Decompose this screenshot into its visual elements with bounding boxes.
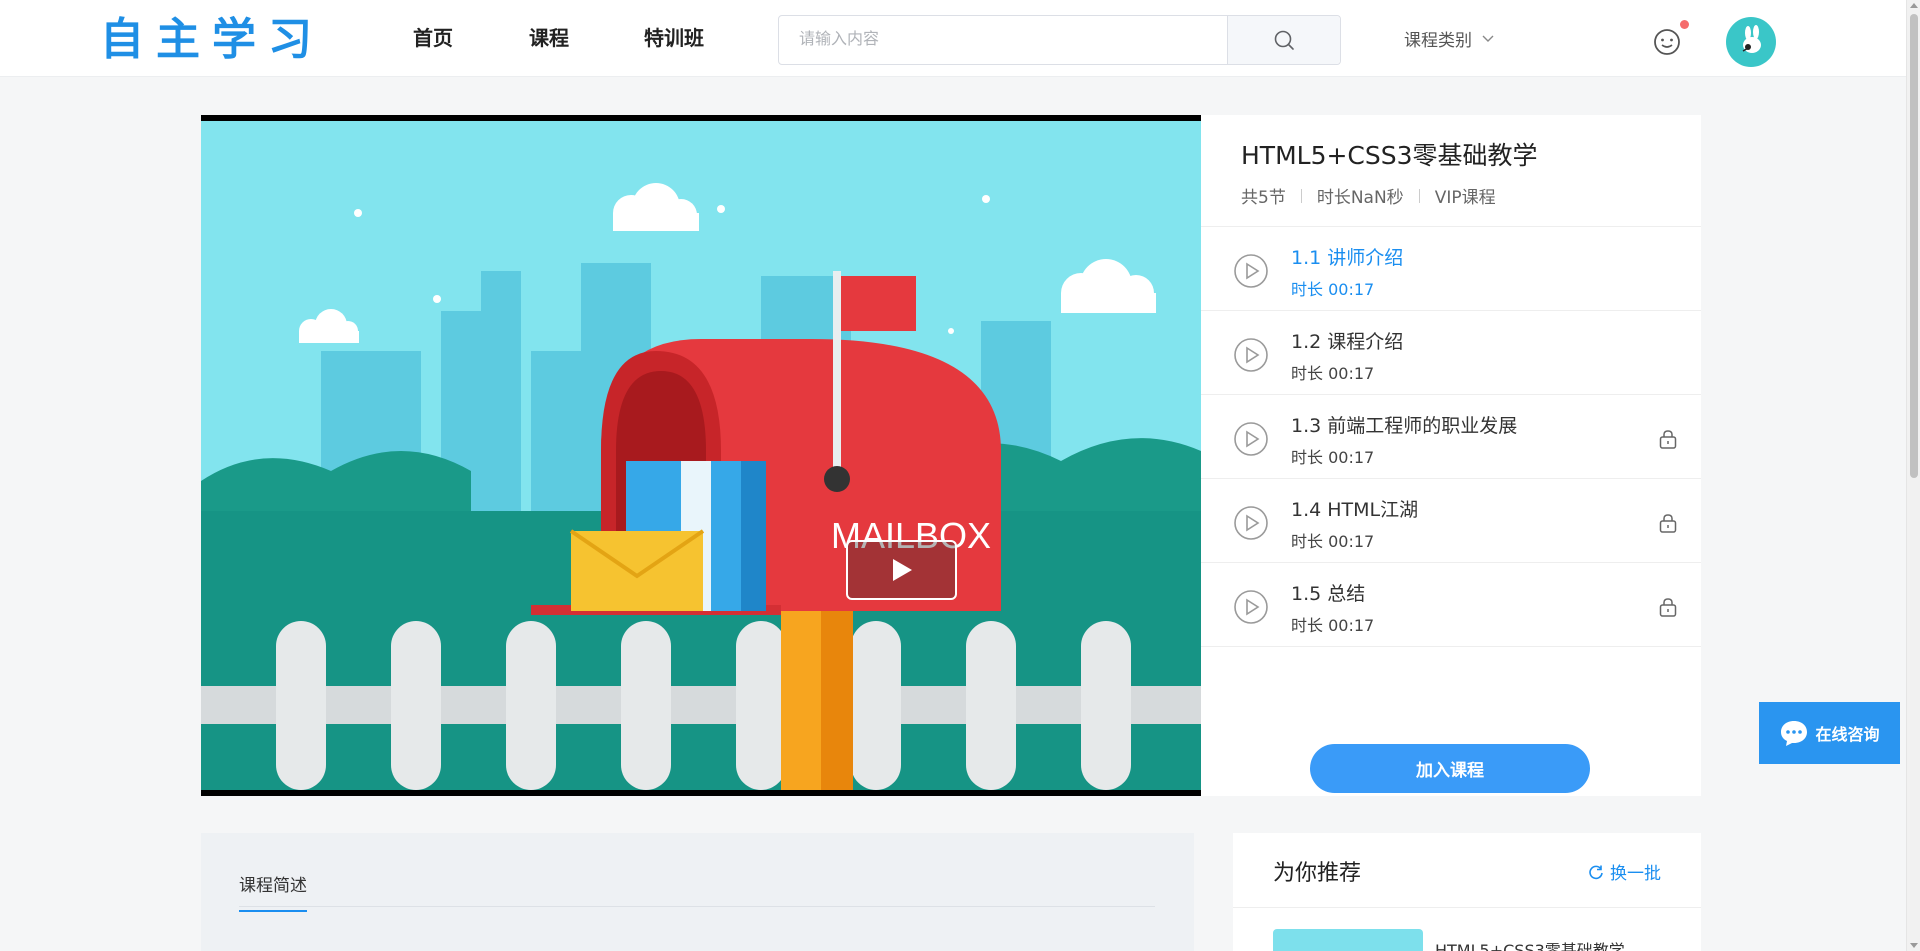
chevron-down-icon [1482, 35, 1494, 42]
recommend-title: 为你推荐 [1273, 861, 1362, 886]
play-icon [892, 559, 912, 581]
lesson-duration: 时长 00:17 [1291, 364, 1375, 383]
consult-label: 在线咨询 [1815, 725, 1880, 744]
play-button[interactable] [846, 540, 957, 600]
lesson-duration: 时长 00:17 [1291, 280, 1375, 299]
play-circle-icon [1234, 254, 1268, 288]
lesson-title: 1.4 HTML江湖 [1291, 499, 1419, 521]
lesson-list: 1.1 讲师介绍 时长 00:17 1.2 课程介绍 时长 00:17 1.3 … [1201, 226, 1701, 647]
refresh-icon [1589, 865, 1603, 879]
notification-dot [1680, 20, 1689, 29]
category-dropdown[interactable]: 课程类别 [1404, 26, 1494, 51]
lesson-duration: 时长 00:17 [1291, 448, 1375, 467]
category-label: 课程类别 [1404, 31, 1472, 51]
play-circle-icon [1234, 590, 1268, 624]
lesson-duration: 时长 00:17 [1291, 532, 1375, 551]
search-box [778, 15, 1341, 65]
lesson-duration: 时长 00:17 [1291, 616, 1375, 635]
lesson-title: 1.2 课程介绍 [1291, 331, 1404, 353]
course-duration: 时长NaN秒 [1316, 188, 1404, 208]
search-button[interactable] [1227, 16, 1340, 64]
refresh-label: 换一批 [1610, 864, 1661, 884]
scroll-up-arrow[interactable] [1910, 3, 1918, 8]
avatar-image [1742, 25, 1761, 53]
lesson-title: 1.5 总结 [1291, 583, 1366, 605]
nav-home[interactable]: 首页 [413, 24, 453, 52]
scroll-down-arrow[interactable] [1910, 943, 1918, 948]
video-poster: MAILBOX [201, 121, 1201, 790]
lesson-item[interactable]: 1.1 讲师介绍 时长 00:17 [1201, 227, 1701, 311]
lesson-item[interactable]: 1.2 课程介绍 时长 00:17 [1201, 311, 1701, 395]
lesson-title: 1.3 前端工程师的职业发展 [1291, 415, 1518, 437]
online-consult-button[interactable]: 在线咨询 [1759, 702, 1900, 764]
divider [1233, 907, 1701, 908]
lesson-item[interactable]: 1.3 前端工程师的职业发展 时长 00:17 [1201, 395, 1701, 479]
divider [239, 906, 1155, 907]
course-title: HTML5+CSS3零基础教学 [1241, 141, 1538, 170]
lesson-title: 1.1 讲师介绍 [1291, 247, 1404, 269]
course-panel: HTML5+CSS3零基础教学 共5节 时长NaN秒 VIP课程 1.1 讲师介… [1201, 115, 1701, 796]
nav-courses[interactable]: 课程 [529, 24, 569, 52]
search-icon [1274, 30, 1294, 50]
lock-icon [1659, 430, 1677, 449]
lesson-count: 共5节 [1241, 188, 1286, 208]
recommend-course-name[interactable]: HTML5+CSS3零基础教学 [1435, 937, 1625, 951]
chat-bubble-icon[interactable] [1652, 26, 1682, 56]
join-course-button[interactable]: 加入课程 [1310, 744, 1590, 793]
site-logo[interactable]: 自主学习 [100, 14, 324, 66]
play-circle-icon [1234, 422, 1268, 456]
course-description: 课程简述 [201, 833, 1194, 951]
search-input[interactable] [779, 16, 1227, 64]
nav-training[interactable]: 特训班 [644, 24, 704, 52]
refresh-button[interactable]: 换一批 [1588, 859, 1661, 884]
video-player[interactable]: MAILBOX [201, 115, 1201, 796]
lock-icon [1659, 598, 1677, 617]
course-tier: VIP课程 [1434, 188, 1496, 208]
chat-icon [1781, 721, 1808, 746]
page-scrollbar[interactable] [1906, 0, 1920, 951]
scrollbar-thumb[interactable] [1910, 14, 1918, 478]
meta-divider [1300, 188, 1302, 203]
recommend-panel: 为你推荐 换一批 HTML5+CSS3零基础教学 [1233, 833, 1701, 951]
avatar[interactable] [1726, 17, 1776, 67]
play-circle-icon [1234, 506, 1268, 540]
lesson-item[interactable]: 1.5 总结 时长 00:17 [1201, 563, 1701, 647]
meta-divider [1418, 188, 1420, 203]
top-header: 自主学习 首页 课程 特训班 课程类别 [0, 0, 1906, 77]
lock-icon [1659, 514, 1677, 533]
recommend-thumbnail[interactable] [1273, 929, 1423, 951]
course-meta: 共5节 时长NaN秒 VIP课程 [1241, 183, 1496, 208]
play-circle-icon [1234, 338, 1268, 372]
lesson-item[interactable]: 1.4 HTML江湖 时长 00:17 [1201, 479, 1701, 563]
